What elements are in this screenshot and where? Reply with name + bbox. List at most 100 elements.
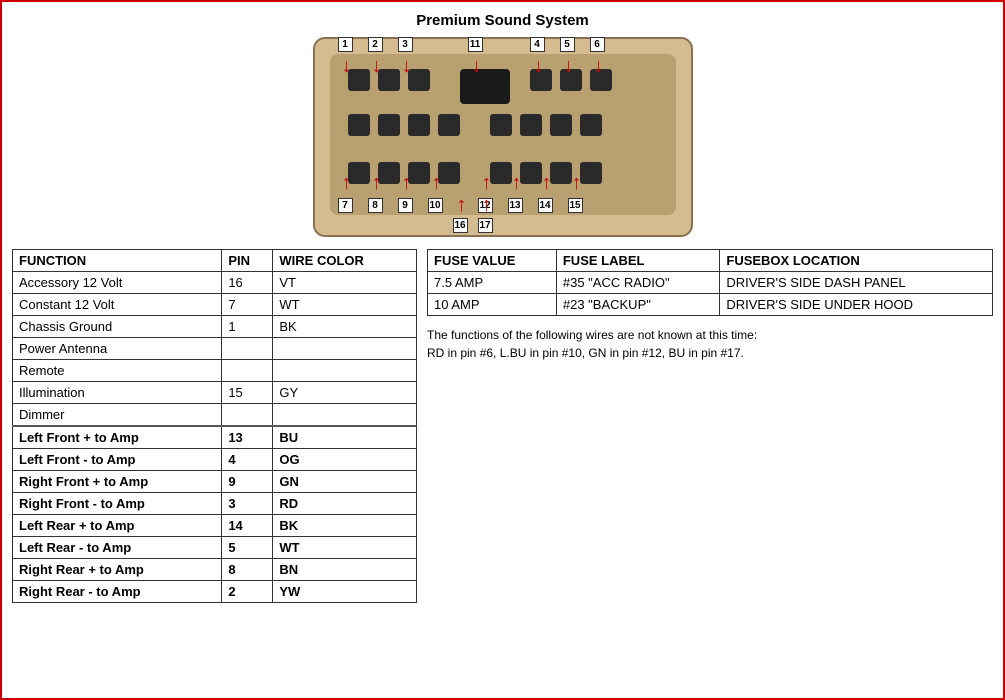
cell-function: Right Rear + to Amp xyxy=(13,559,222,581)
cell-function: Left Front - to Amp xyxy=(13,449,222,471)
cell-pin xyxy=(222,360,273,382)
cell-function: Left Front + to Amp xyxy=(13,426,222,449)
cell-wire: GN xyxy=(273,471,417,493)
pin-label-10: 10 xyxy=(428,198,443,213)
arrow-13: ↑ xyxy=(509,172,525,195)
table-row: Right Rear + to Amp8BN xyxy=(13,559,417,581)
table-row: Left Front + to Amp13BU xyxy=(13,426,417,449)
arrow-2: ↓ xyxy=(369,55,385,78)
fuse-col-location-header: FUSEBOX LOCATION xyxy=(720,250,993,272)
pin-label-15: 15 xyxy=(568,198,583,213)
cell-pin: 13 xyxy=(222,426,273,449)
col-wire-header: WIRE COLOR xyxy=(273,250,417,272)
cell-pin: 5 xyxy=(222,537,273,559)
pin-label-14: 14 xyxy=(538,198,553,213)
cell-pin: 9 xyxy=(222,471,273,493)
cell-pin: 3 xyxy=(222,493,273,515)
cell-pin: 2 xyxy=(222,581,273,603)
cell-function: Dimmer xyxy=(13,404,222,427)
arrow-14: ↑ xyxy=(539,172,555,195)
fuse-col-value-header: FUSE VALUE xyxy=(428,250,557,272)
cell-function: Left Rear + to Amp xyxy=(13,515,222,537)
pin-label-13: 13 xyxy=(508,198,523,213)
fuse-cell-location: DRIVER'S SIDE DASH PANEL xyxy=(720,272,993,294)
note-text-line2: RD in pin #6, L.BU in pin #10, GN in pin… xyxy=(427,346,744,360)
cell-wire: GY xyxy=(273,382,417,404)
arrow-11: ↓ xyxy=(469,55,485,78)
pin-label-8: 8 xyxy=(368,198,383,213)
cell-pin: 15 xyxy=(222,382,273,404)
cell-pin: 16 xyxy=(222,272,273,294)
arrow-12: ↑ xyxy=(479,172,495,195)
table-row: Remote xyxy=(13,360,417,382)
cell-wire: RD xyxy=(273,493,417,515)
cell-wire xyxy=(273,404,417,427)
table-row: Right Rear - to Amp2YW xyxy=(13,581,417,603)
table-row: Left Rear + to Amp14BK xyxy=(13,515,417,537)
fuse-cell-location: DRIVER'S SIDE UNDER HOOD xyxy=(720,294,993,316)
arrow-9: ↑ xyxy=(399,172,415,195)
pin-label-5: 5 xyxy=(560,37,575,52)
pin-label-4: 4 xyxy=(530,37,545,52)
fuse-cell-value: 10 AMP xyxy=(428,294,557,316)
arrow-10: ↑ xyxy=(429,172,445,195)
pin-label-9: 9 xyxy=(398,198,413,213)
cell-function: Remote xyxy=(13,360,222,382)
pin-label-16: 16 xyxy=(453,218,468,233)
cell-function: Power Antenna xyxy=(13,338,222,360)
fuse-cell-label: #35 "ACC RADIO" xyxy=(556,272,720,294)
connector-diagram: 1 2 3 11 4 5 6 ↓ ↓ ↓ ↓ ↓ ↓ ↓ ↑ ↑ ↑ ↑ ↑ ↑… xyxy=(313,37,693,237)
cell-pin: 8 xyxy=(222,559,273,581)
arrow-4: ↓ xyxy=(531,55,547,78)
arrow-6: ↓ xyxy=(591,55,607,78)
cell-pin: 14 xyxy=(222,515,273,537)
fuse-cell-label: #23 "BACKUP" xyxy=(556,294,720,316)
cell-wire: OG xyxy=(273,449,417,471)
table-row: Power Antenna xyxy=(13,338,417,360)
table-row: Constant 12 Volt7WT xyxy=(13,294,417,316)
fuse-cell-value: 7.5 AMP xyxy=(428,272,557,294)
table-row: Right Front - to Amp3RD xyxy=(13,493,417,515)
cell-wire: VT xyxy=(273,272,417,294)
main-wiring-table: FUNCTION PIN WIRE COLOR Accessory 12 Vol… xyxy=(12,249,417,603)
cell-function: Right Rear - to Amp xyxy=(13,581,222,603)
arrow-17: ↑ xyxy=(479,194,495,217)
arrow-1: ↓ xyxy=(339,55,355,78)
cell-wire: BK xyxy=(273,316,417,338)
arrow-16: ↑ xyxy=(454,194,470,217)
pin-label-3: 3 xyxy=(398,37,413,52)
cell-function: Left Rear - to Amp xyxy=(13,537,222,559)
note-section: The functions of the following wires are… xyxy=(427,326,993,362)
pin-label-7: 7 xyxy=(338,198,353,213)
cell-function: Constant 12 Volt xyxy=(13,294,222,316)
cell-pin: 1 xyxy=(222,316,273,338)
cell-function: Chassis Ground xyxy=(13,316,222,338)
cell-pin: 7 xyxy=(222,294,273,316)
fuse-table-row: 7.5 AMP#35 "ACC RADIO"DRIVER'S SIDE DASH… xyxy=(428,272,993,294)
col-function-header: FUNCTION xyxy=(13,250,222,272)
arrow-8: ↑ xyxy=(369,172,385,195)
cell-pin xyxy=(222,338,273,360)
table-row: Accessory 12 Volt16VT xyxy=(13,272,417,294)
arrow-15: ↑ xyxy=(569,172,585,195)
table-row: Chassis Ground1BK xyxy=(13,316,417,338)
cell-wire xyxy=(273,338,417,360)
cell-function: Accessory 12 Volt xyxy=(13,272,222,294)
arrow-5: ↓ xyxy=(561,55,577,78)
fuse-col-label-header: FUSE LABEL xyxy=(556,250,720,272)
pin-label-17: 17 xyxy=(478,218,493,233)
cell-function: Illumination xyxy=(13,382,222,404)
pin-label-6: 6 xyxy=(590,37,605,52)
cell-wire: WT xyxy=(273,537,417,559)
table-row: Right Front + to Amp9GN xyxy=(13,471,417,493)
cell-pin xyxy=(222,404,273,427)
cell-wire: BN xyxy=(273,559,417,581)
pin-label-2: 2 xyxy=(368,37,383,52)
cell-wire: WT xyxy=(273,294,417,316)
page-title: Premium Sound System xyxy=(12,12,993,29)
table-row: Illumination15GY xyxy=(13,382,417,404)
fuse-table: FUSE VALUE FUSE LABEL FUSEBOX LOCATION 7… xyxy=(427,249,993,316)
cell-wire: YW xyxy=(273,581,417,603)
col-pin-header: PIN xyxy=(222,250,273,272)
cell-wire: BU xyxy=(273,426,417,449)
